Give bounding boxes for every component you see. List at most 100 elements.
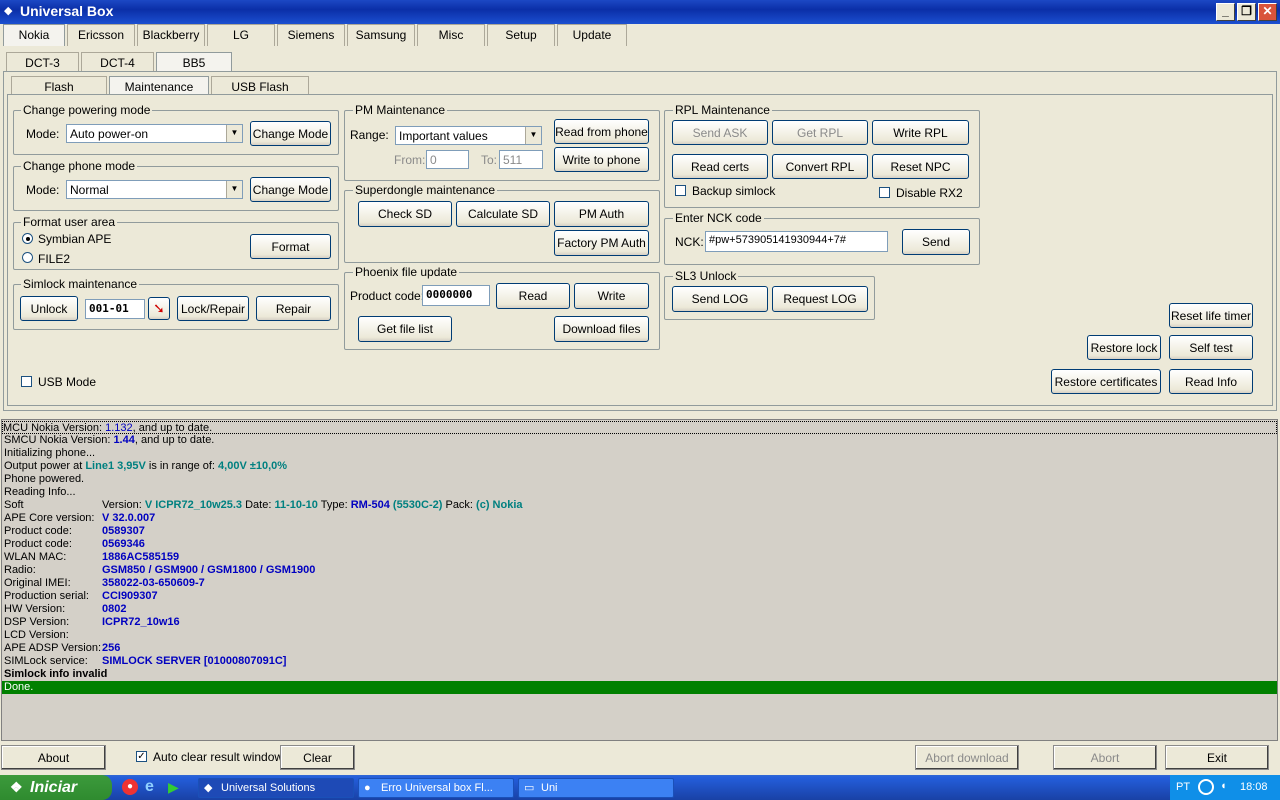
- unlock-button[interactable]: Unlock: [20, 296, 78, 321]
- read-from-phone-button[interactable]: Read from phone: [554, 119, 649, 144]
- product-code-field[interactable]: 0000000: [422, 285, 490, 306]
- result-log[interactable]: MCU Nokia Version: 1.132, and up to date…: [1, 419, 1278, 741]
- request-log-button[interactable]: Request LOG: [772, 286, 868, 312]
- clear-button[interactable]: Clear: [280, 745, 355, 770]
- media-player-icon[interactable]: ▶: [168, 779, 179, 796]
- log-line: Soft: [4, 499, 24, 511]
- about-button[interactable]: About: [1, 745, 106, 770]
- tab-ericsson[interactable]: Ericsson: [67, 24, 135, 46]
- mcc-mnc-field[interactable]: 001-01: [85, 299, 145, 319]
- tab-setup[interactable]: Setup: [487, 24, 555, 46]
- tab-siemens[interactable]: Siemens: [277, 24, 345, 46]
- check-sd-button[interactable]: Check SD: [358, 201, 452, 227]
- auto-clear-label: Auto clear result window: [153, 750, 284, 764]
- log-value: 0589307: [102, 525, 145, 537]
- task-universal-solutions[interactable]: ◆ Universal Solutions: [198, 778, 354, 798]
- lock-repair-button[interactable]: Lock/Repair: [177, 296, 249, 321]
- pick-code-icon[interactable]: ➘: [148, 297, 170, 320]
- network-icon[interactable]: [1198, 779, 1214, 795]
- exit-button[interactable]: Exit: [1165, 745, 1269, 770]
- restore-lock-button[interactable]: Restore lock: [1087, 335, 1161, 360]
- log-key: Radio:: [4, 564, 36, 576]
- start-button[interactable]: ❖ Iniciar: [0, 775, 112, 800]
- log-line: Initializing phone...: [4, 447, 96, 459]
- reset-npc-button[interactable]: Reset NPC: [872, 154, 969, 179]
- phoenix-read-button[interactable]: Read: [496, 283, 570, 309]
- window-title: Universal Box: [20, 3, 114, 19]
- send-log-button[interactable]: Send LOG: [672, 286, 768, 312]
- disable-rx2-label: Disable RX2: [896, 186, 963, 200]
- minimize-button[interactable]: _: [1216, 3, 1235, 21]
- simlock-title: Simlock maintenance: [21, 277, 140, 291]
- disable-rx2-checkbox[interactable]: [879, 187, 890, 198]
- auto-clear-checkbox[interactable]: ✓: [136, 751, 147, 762]
- backup-simlock-checkbox[interactable]: [675, 185, 686, 196]
- clock[interactable]: 18:08: [1240, 781, 1268, 793]
- tab-misc[interactable]: Misc: [417, 24, 485, 46]
- range-value: Important values: [399, 129, 488, 143]
- nck-field[interactable]: #pw+573905141930944+7#: [705, 231, 888, 252]
- powering-mode-select[interactable]: Auto power-on ▼: [66, 124, 243, 143]
- log-line: MCU Nokia Version: 1.132, and up to date…: [2, 421, 1277, 434]
- to-field[interactable]: 511: [499, 150, 543, 169]
- ie-icon[interactable]: e: [145, 778, 154, 796]
- format-button[interactable]: Format: [250, 234, 331, 259]
- symbian-ape-radio[interactable]: [22, 233, 33, 244]
- change-phone-mode-button[interactable]: Change Mode: [250, 177, 331, 202]
- from-field[interactable]: 0: [426, 150, 469, 169]
- superdongle-title: Superdongle maintenance: [353, 183, 498, 197]
- get-rpl-button[interactable]: Get RPL: [772, 120, 868, 145]
- pm-auth-button[interactable]: PM Auth: [554, 201, 649, 227]
- range-select[interactable]: Important values ▼: [395, 126, 542, 145]
- log-key: Product code:: [4, 538, 72, 550]
- nck-send-button[interactable]: Send: [902, 229, 970, 255]
- log-key: Product code:: [4, 525, 72, 537]
- chevron-down-icon: ▼: [525, 127, 541, 144]
- file2-label: FILE2: [38, 252, 71, 266]
- speaker-icon[interactable]: ◖: [1220, 780, 1227, 792]
- read-certs-button[interactable]: Read certs: [672, 154, 768, 179]
- log-value: 0802: [102, 603, 127, 615]
- tab-nokia[interactable]: Nokia: [3, 24, 65, 46]
- tab-update[interactable]: Update: [557, 24, 627, 46]
- repair-button[interactable]: Repair: [256, 296, 331, 321]
- phone-mode-select[interactable]: Normal ▼: [66, 180, 243, 199]
- language-indicator[interactable]: PT: [1176, 781, 1190, 793]
- log-key: WLAN MAC:: [4, 551, 67, 563]
- tab-samsung[interactable]: Samsung: [347, 24, 415, 46]
- to-label: To:: [481, 153, 498, 167]
- log-value: SIMLOCK SERVER [01000807091C]: [102, 655, 287, 667]
- tab-blackberry[interactable]: Blackberry: [137, 24, 205, 46]
- task-chrome-window[interactable]: ● Erro Universal box Fl...: [358, 778, 514, 798]
- restore-certificates-button[interactable]: Restore certificates: [1051, 369, 1161, 394]
- task-folder-window[interactable]: ▭ Uni: [518, 778, 674, 798]
- close-button[interactable]: ✕: [1258, 3, 1277, 21]
- folder-icon: ▭: [524, 782, 535, 794]
- file2-radio[interactable]: [22, 252, 33, 263]
- from-label: From:: [394, 153, 426, 167]
- format-title: Format user area: [21, 215, 118, 229]
- usb-mode-label: USB Mode: [38, 375, 97, 389]
- maximize-button[interactable]: ❐: [1237, 3, 1256, 21]
- download-files-button[interactable]: Download files: [554, 316, 649, 342]
- calculate-sd-button[interactable]: Calculate SD: [456, 201, 550, 227]
- get-file-list-button[interactable]: Get file list: [358, 316, 452, 342]
- log-line: Simlock info invalid: [4, 668, 108, 680]
- self-test-button[interactable]: Self test: [1169, 335, 1253, 360]
- write-rpl-button[interactable]: Write RPL: [872, 120, 969, 145]
- tab-lg[interactable]: LG: [207, 24, 275, 46]
- factory-pm-auth-button[interactable]: Factory PM Auth: [554, 230, 649, 256]
- title-bar[interactable]: ◆ Universal Box _ ❐ ✕: [0, 0, 1280, 24]
- usb-mode-checkbox[interactable]: [21, 376, 32, 387]
- send-ask-button[interactable]: Send ASK: [672, 120, 768, 145]
- app-icon: ◆: [204, 782, 213, 794]
- convert-rpl-button[interactable]: Convert RPL: [772, 154, 868, 179]
- reset-life-timer-button[interactable]: Reset life timer: [1169, 303, 1253, 328]
- phoenix-write-button[interactable]: Write: [574, 283, 649, 309]
- change-powering-mode-button[interactable]: Change Mode: [250, 121, 331, 146]
- abort-download-button[interactable]: Abort download: [915, 745, 1019, 770]
- abort-button[interactable]: Abort: [1053, 745, 1157, 770]
- chrome-icon[interactable]: ●: [122, 779, 138, 795]
- read-info-button[interactable]: Read Info: [1169, 369, 1253, 394]
- write-to-phone-button[interactable]: Write to phone: [554, 147, 649, 172]
